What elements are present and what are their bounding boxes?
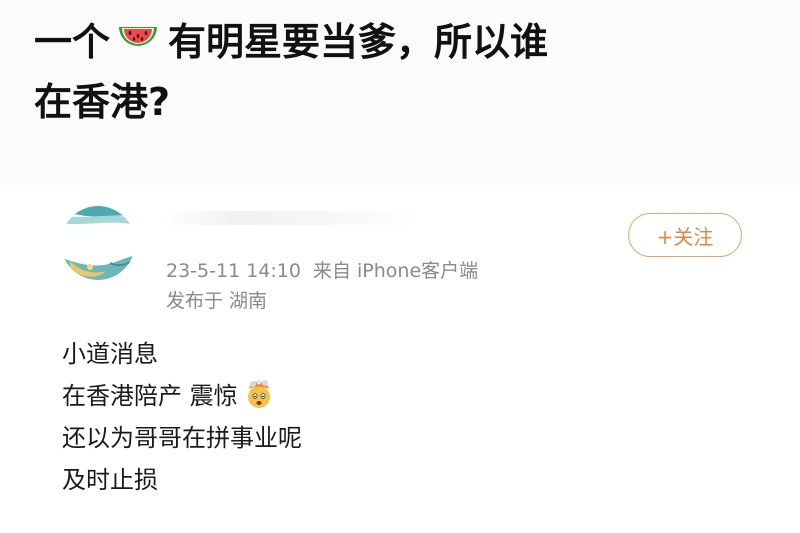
headline-part-2: 有明星要当爹，所以谁: [168, 20, 549, 64]
headline-line-1: 一个 有明星要当爹，所以谁: [34, 12, 774, 72]
post-meta: 23-5-11 14:10 来自 iPhone客户端: [166, 257, 478, 285]
post-line-3: 还以为哥哥在拼事业呢: [62, 424, 302, 452]
follow-button[interactable]: +关注: [628, 213, 742, 257]
exploding-head-icon: [247, 379, 270, 408]
post-location: 发布于 湖南: [166, 290, 268, 312]
username-blurred[interactable]: [160, 211, 420, 225]
headline: 一个 有明星要当爹，所以谁 在香港?: [34, 12, 774, 132]
watermelon-icon: [119, 27, 158, 46]
post-source: 来自 iPhone客户端: [312, 260, 479, 282]
post-line-4: 及时止损: [62, 466, 158, 494]
post-line-1: 小道消息: [62, 340, 158, 368]
headline-part-1: 一个: [34, 20, 111, 64]
post-timestamp: 23-5-11 14:10: [166, 260, 301, 282]
weibo-post: 23-5-11 14:10 来自 iPhone客户端 发布于 湖南 +关注 小道消…: [0, 185, 800, 533]
post-body: 小道消息 在香港陪产 震惊 还以为哥哥在拼事业呢 及时止损: [62, 333, 302, 501]
post-line-2-text: 在香港陪产 震惊: [62, 382, 238, 410]
avatar[interactable]: [60, 205, 136, 281]
headline-line-2: 在香港?: [34, 80, 171, 124]
post-line-2: 在香港陪产 震惊: [62, 375, 302, 417]
screenshot-page: 一个 有明星要当爹，所以谁 在香港? 23-5-11 14:10 来自 iPho…: [0, 0, 800, 533]
